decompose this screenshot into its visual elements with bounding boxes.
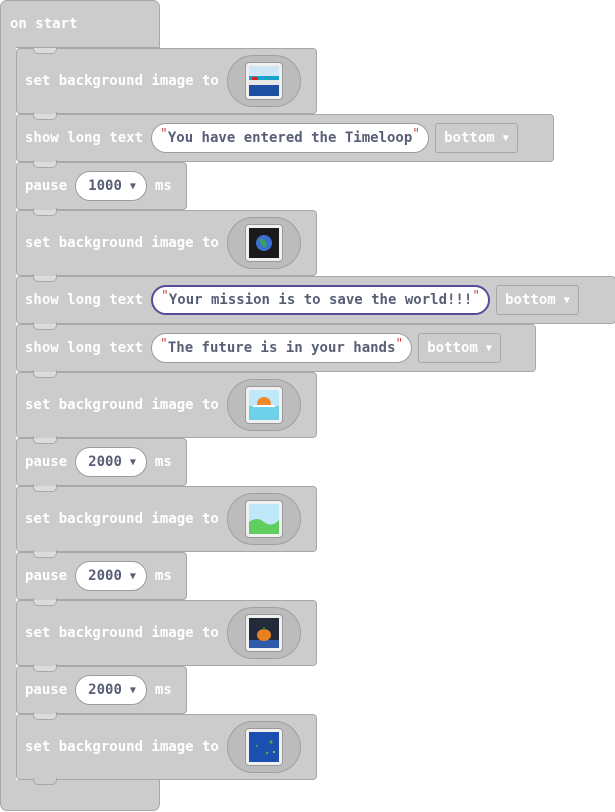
unit-label: ms: [154, 682, 172, 698]
image-picker-field[interactable]: [226, 217, 301, 269]
on-start-label: on start: [10, 16, 78, 32]
city-skyline-icon: [244, 62, 283, 100]
block-label: pause: [25, 568, 68, 584]
show-long-text-block[interactable]: show long text " You have entered the Time…: [16, 114, 554, 167]
text-input-field[interactable]: " You have entered the Timeloop ": [151, 123, 430, 153]
sunset-icon: [244, 386, 283, 424]
close-quote-icon: ": [412, 126, 421, 142]
chevron-down-icon: ▼: [563, 294, 570, 306]
position-dropdown[interactable]: bottom ▼: [496, 285, 579, 315]
open-quote-icon: ": [160, 126, 168, 142]
block-label: set background image to: [25, 235, 219, 251]
position-value: bottom: [505, 292, 556, 308]
block-label: pause: [25, 454, 68, 470]
position-value: bottom: [427, 340, 478, 356]
planet-icon: [244, 224, 283, 262]
pause-block[interactable]: pause 1000 ▼ ms: [16, 162, 187, 215]
text-value: Your mission is to save the world!!!: [168, 292, 473, 308]
image-picker-field[interactable]: [226, 607, 301, 659]
duration-value: 2000: [88, 568, 122, 584]
show-long-text-block[interactable]: show long text " The future is in your han…: [16, 324, 536, 377]
image-picker-field[interactable]: [226, 55, 301, 107]
meadow-icon: [244, 500, 283, 538]
chevron-down-icon: ▼: [129, 570, 136, 582]
block-label: show long text: [25, 292, 144, 308]
close-quote-icon: ": [472, 288, 481, 304]
unit-label: ms: [154, 178, 172, 194]
text-value: You have entered the Timeloop: [167, 130, 413, 146]
duration-dropdown[interactable]: 2000 ▼: [75, 447, 147, 477]
text-input-field[interactable]: " Your mission is to save the world!!! ": [151, 285, 491, 315]
image-picker-field[interactable]: [226, 379, 301, 431]
chevron-down-icon: ▼: [129, 684, 136, 696]
ocean-map-icon: [244, 728, 283, 766]
open-quote-icon: ": [161, 288, 169, 304]
block-label: set background image to: [25, 73, 219, 89]
chevron-down-icon: ▼: [129, 456, 136, 468]
image-picker-field[interactable]: [226, 721, 301, 773]
on-start-block-footer: [0, 780, 160, 811]
position-dropdown[interactable]: bottom ▼: [435, 123, 518, 153]
image-picker-field[interactable]: [226, 493, 301, 545]
set-background-image-block[interactable]: set background image to: [16, 48, 317, 119]
set-background-image-block[interactable]: set background image to: [16, 372, 317, 443]
block-workspace: on start set background image to show lon…: [0, 0, 615, 812]
open-quote-icon: ": [160, 336, 168, 352]
chevron-down-icon: ▼: [129, 180, 136, 192]
on-start-block[interactable]: on start: [0, 0, 160, 48]
block-label: set background image to: [25, 397, 219, 413]
position-dropdown[interactable]: bottom ▼: [418, 333, 501, 363]
pumpkin-night-icon: [244, 614, 283, 652]
set-background-image-block[interactable]: set background image to: [16, 210, 317, 281]
close-quote-icon: ": [395, 336, 404, 352]
unit-label: ms: [154, 454, 172, 470]
set-background-image-block[interactable]: set background image to: [16, 600, 317, 671]
duration-dropdown[interactable]: 2000 ▼: [75, 561, 147, 591]
block-label: set background image to: [25, 511, 219, 527]
pause-block[interactable]: pause 2000 ▼ ms: [16, 666, 187, 719]
chevron-down-icon: ▼: [502, 132, 509, 144]
chevron-down-icon: ▼: [485, 342, 492, 354]
on-start-block-body: [0, 47, 16, 782]
unit-label: ms: [154, 568, 172, 584]
block-label: pause: [25, 682, 68, 698]
text-value: The future is in your hands: [167, 340, 396, 356]
block-label: show long text: [25, 130, 144, 146]
duration-value: 1000: [88, 178, 122, 194]
duration-dropdown[interactable]: 1000 ▼: [75, 171, 147, 201]
block-label: pause: [25, 178, 68, 194]
duration-dropdown[interactable]: 2000 ▼: [75, 675, 147, 705]
show-long-text-block[interactable]: show long text " Your mission is to save t…: [16, 276, 615, 329]
pause-block[interactable]: pause 2000 ▼ ms: [16, 552, 187, 605]
text-input-field[interactable]: " The future is in your hands ": [151, 333, 413, 363]
set-background-image-block[interactable]: set background image to: [16, 714, 317, 785]
duration-value: 2000: [88, 682, 122, 698]
block-label: set background image to: [25, 739, 219, 755]
block-label: show long text: [25, 340, 144, 356]
block-label: set background image to: [25, 625, 219, 641]
set-background-image-block[interactable]: set background image to: [16, 486, 317, 557]
pause-block[interactable]: pause 2000 ▼ ms: [16, 438, 187, 491]
duration-value: 2000: [88, 454, 122, 470]
position-value: bottom: [444, 130, 495, 146]
